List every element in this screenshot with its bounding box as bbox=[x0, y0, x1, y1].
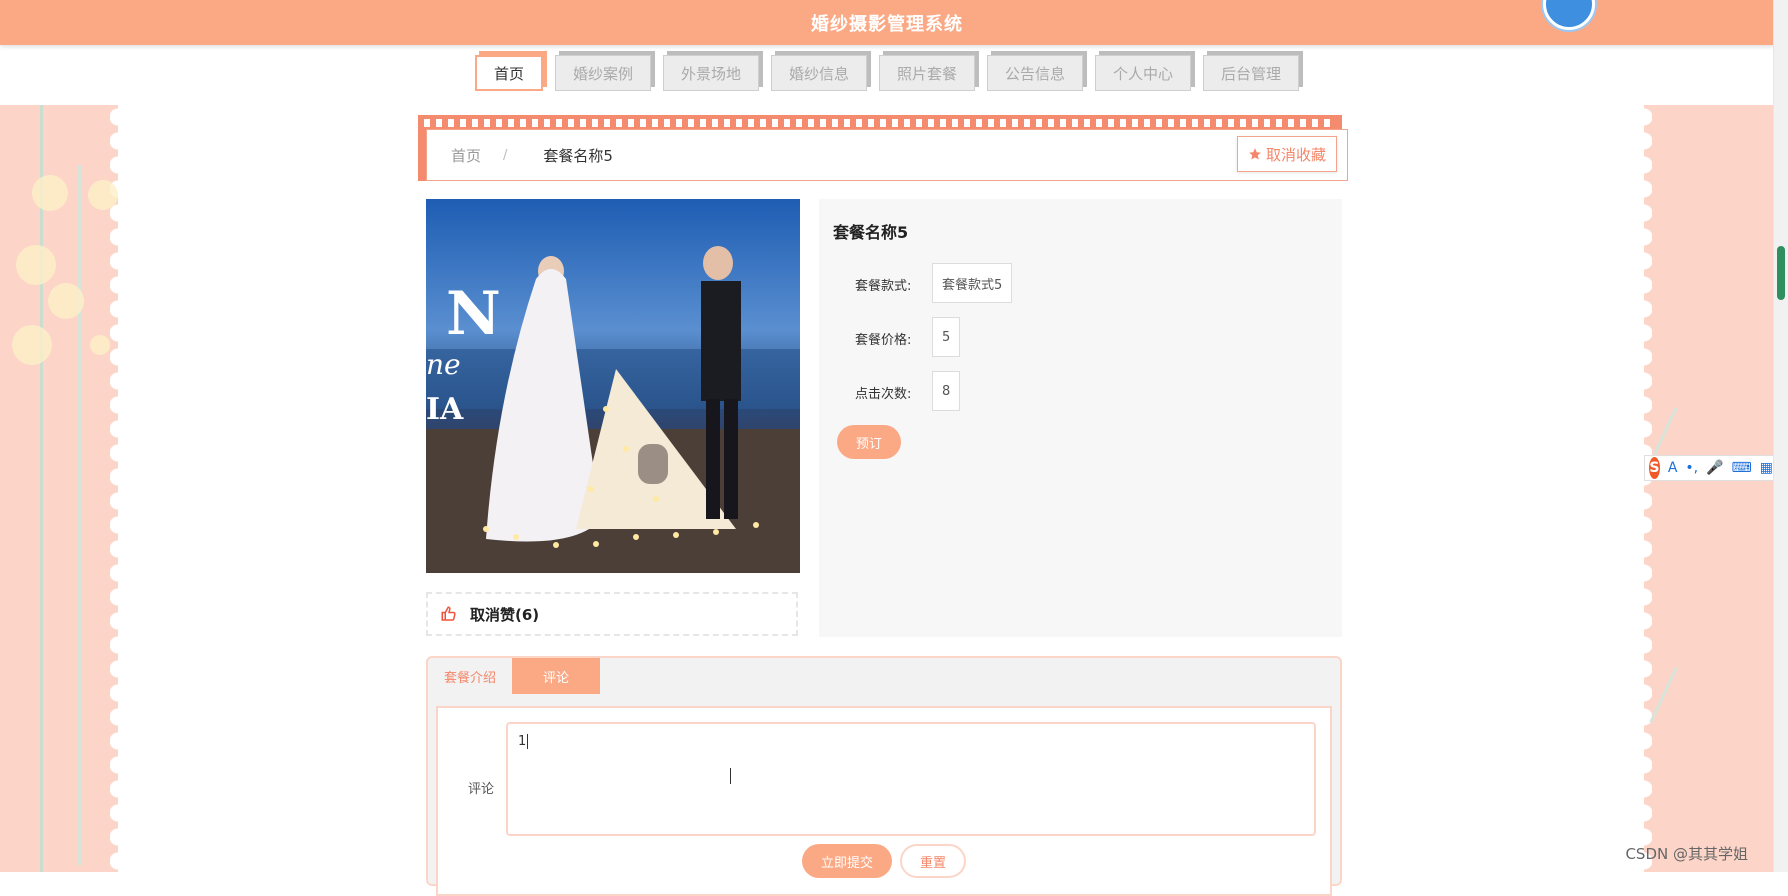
book-button[interactable]: 预订 bbox=[837, 425, 901, 459]
ime-toolbar: S A •, 🎤 ⌨ ▦ bbox=[1644, 455, 1774, 481]
tabs-panel: 套餐介绍 评论 评论 1 立即提交 重置 bbox=[426, 656, 1342, 896]
comment-form: 评论 1 立即提交 重置 bbox=[436, 706, 1332, 896]
wedding-photo-illustration: N ne IA bbox=[426, 246, 800, 573]
text-cursor-icon bbox=[730, 768, 739, 784]
package-photo: N ne IA bbox=[426, 199, 800, 573]
svg-text:ne: ne bbox=[426, 348, 461, 381]
package-info-panel: 套餐名称5 套餐款式: 套餐款式5 套餐价格: 5 点击次数: 8 预订 bbox=[819, 199, 1342, 637]
field-label-price: 套餐价格: bbox=[855, 333, 912, 348]
keyboard-icon[interactable]: ⌨ bbox=[1732, 460, 1752, 476]
tab-bar: 套餐介绍 评论 bbox=[428, 658, 1340, 696]
breadcrumb-current: 套餐名称5 bbox=[543, 146, 613, 165]
nav-item-profile[interactable]: 个人中心 bbox=[1095, 55, 1192, 91]
nav-label: 公告信息 bbox=[1005, 64, 1066, 83]
page-scrollbar[interactable] bbox=[1773, 0, 1788, 872]
svg-text:IA: IA bbox=[426, 392, 464, 427]
star-icon bbox=[1249, 148, 1261, 160]
thumbs-up-icon bbox=[441, 606, 456, 621]
submit-button[interactable]: 立即提交 bbox=[802, 844, 892, 878]
unlike-button[interactable]: 取消赞(6) bbox=[426, 592, 798, 636]
nav-item-photo-packages[interactable]: 照片套餐 bbox=[879, 55, 976, 91]
app-title: 婚纱摄影管理系统 bbox=[811, 13, 963, 35]
nav-label: 首页 bbox=[493, 64, 524, 83]
nav-label: 后台管理 bbox=[1221, 64, 1282, 83]
nav-item-announcements[interactable]: 公告信息 bbox=[987, 55, 1084, 91]
nav-label: 婚纱案例 bbox=[572, 64, 633, 83]
svg-text:N: N bbox=[446, 279, 501, 349]
unlike-label: 取消赞(6) bbox=[470, 605, 540, 624]
field-value-price: 5 bbox=[932, 317, 961, 357]
breadcrumb-separator: / bbox=[503, 147, 508, 163]
sogou-logo-icon[interactable]: S bbox=[1649, 457, 1660, 479]
tab-package-intro[interactable]: 套餐介绍 bbox=[428, 658, 512, 694]
grid-icon[interactable]: ▦ bbox=[1760, 460, 1773, 476]
breadcrumb: 首页 / 套餐名称5 取消收藏 bbox=[426, 129, 1348, 181]
app-header: 婚纱摄影管理系统 bbox=[0, 0, 1774, 45]
nav-label: 照片套餐 bbox=[897, 64, 958, 83]
field-label-clicks: 点击次数: bbox=[855, 387, 912, 402]
unfavorite-label: 取消收藏 bbox=[1265, 145, 1326, 164]
tab-comments[interactable]: 评论 bbox=[512, 658, 601, 694]
breadcrumb-frame: 首页 / 套餐名称5 取消收藏 bbox=[418, 115, 1348, 181]
ime-punct-icon[interactable]: •, bbox=[1685, 460, 1698, 476]
nav-label: 外景场地 bbox=[680, 64, 741, 83]
mic-icon[interactable]: 🎤 bbox=[1706, 460, 1723, 476]
nav-item-admin[interactable]: 后台管理 bbox=[1203, 55, 1300, 91]
field-value-style: 套餐款式5 bbox=[932, 263, 1013, 303]
nav-item-venues[interactable]: 外景场地 bbox=[662, 55, 759, 91]
comment-label: 评论 bbox=[468, 782, 495, 797]
ime-font-icon[interactable]: A bbox=[1668, 460, 1678, 476]
nav-item-home[interactable]: 首页 bbox=[474, 55, 543, 91]
nav-label: 婚纱信息 bbox=[788, 64, 849, 83]
comment-textarea[interactable]: 1 bbox=[506, 722, 1316, 836]
nav-item-wedding-info[interactable]: 婚纱信息 bbox=[770, 55, 867, 91]
breadcrumb-home[interactable]: 首页 bbox=[451, 145, 481, 166]
nav-label: 个人中心 bbox=[1113, 64, 1174, 83]
reset-button[interactable]: 重置 bbox=[900, 844, 966, 878]
nav-item-wedding-cases[interactable]: 婚纱案例 bbox=[554, 55, 651, 91]
comment-text: 1 bbox=[518, 734, 527, 749]
decor-left-panel bbox=[0, 105, 118, 872]
field-label-style: 套餐款式: bbox=[855, 279, 912, 294]
field-value-clicks: 8 bbox=[932, 371, 961, 411]
unfavorite-button[interactable]: 取消收藏 bbox=[1236, 136, 1337, 172]
watermark: CSDN @其其学姐 bbox=[1625, 845, 1748, 863]
main-nav: 首页 婚纱案例 外景场地 婚纱信息 照片套餐 公告信息 个人中心 后台管理 bbox=[0, 45, 1774, 105]
scrollbar-thumb[interactable] bbox=[1777, 246, 1785, 300]
decor-right-panel bbox=[1644, 105, 1774, 872]
package-title: 套餐名称5 bbox=[833, 223, 909, 242]
